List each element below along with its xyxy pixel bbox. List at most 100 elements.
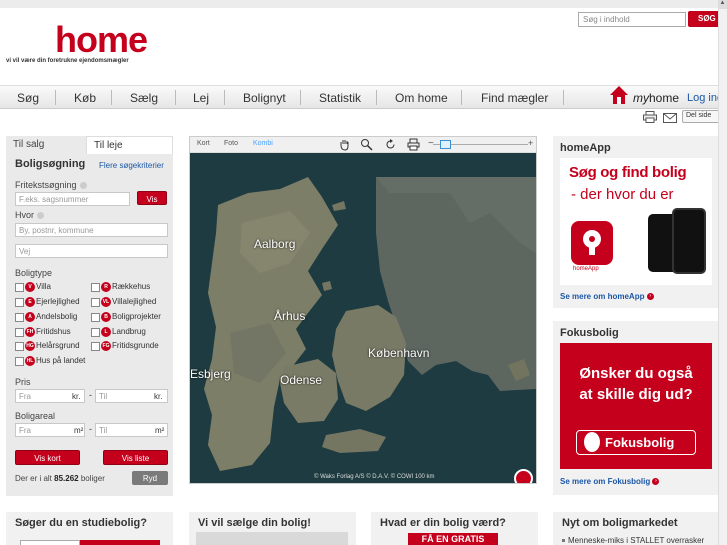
location-input[interactable]: By, postnr, kommune bbox=[15, 223, 168, 237]
nav-divider bbox=[563, 90, 564, 105]
homeapp-ad-headline: Søg og find bolig bbox=[569, 164, 687, 181]
map-credit-text: © Waks Forlag A/S © D.A.V. © COWI bbox=[314, 474, 414, 480]
freetext-input[interactable]: F.eks. sagsnummer bbox=[15, 192, 130, 206]
site-search-input[interactable]: Søg i indhold bbox=[578, 12, 686, 27]
property-type-label: Boligtype bbox=[15, 268, 53, 278]
checkbox[interactable] bbox=[91, 282, 100, 292]
scroll-up-arrow-icon[interactable]: ▲ bbox=[718, 0, 727, 9]
type-badge: B bbox=[101, 312, 111, 322]
map-canvas[interactable]: Aalborg Århus Esbjerg Odense København bbox=[190, 153, 536, 483]
pan-hand-icon[interactable] bbox=[338, 138, 351, 151]
tab-for-sale[interactable]: Til salg bbox=[6, 136, 84, 154]
type-badge: A bbox=[25, 312, 35, 322]
show-list-button[interactable]: Vis liste bbox=[103, 450, 168, 465]
mail-icon[interactable] bbox=[663, 113, 677, 123]
type-checkbox-andelsbolig[interactable]: A Andelsbolig bbox=[15, 312, 77, 322]
show-map-button[interactable]: Vis kort bbox=[15, 450, 80, 465]
nav-item-saelg[interactable]: Sælg bbox=[130, 91, 158, 105]
type-badge: R bbox=[101, 282, 111, 292]
type-badge: V bbox=[25, 282, 35, 292]
checkbox[interactable] bbox=[15, 356, 24, 366]
myhome-link[interactable]: myhome bbox=[633, 91, 679, 105]
checkbox[interactable] bbox=[91, 297, 100, 307]
map-label-odense: Odense bbox=[280, 373, 323, 387]
vertical-scrollbar[interactable] bbox=[718, 0, 727, 545]
news-item[interactable]: Menneske-miks i STALLET overrasker bbox=[562, 536, 704, 545]
print-icon[interactable] bbox=[643, 111, 657, 123]
type-checkbox-boligprojekter[interactable]: B Boligprojekter bbox=[91, 312, 161, 322]
type-checkbox-villa[interactable]: V Villa bbox=[15, 282, 51, 292]
nav-item-koeb[interactable]: Køb bbox=[74, 91, 96, 105]
homeapp-more-link[interactable]: Se mere om homeApp › bbox=[560, 292, 654, 301]
free-valuation-banner[interactable]: FÅ EN GRATIS bbox=[408, 533, 498, 545]
tagline: vi vil være din foretrukne ejendomsmægle… bbox=[6, 58, 129, 64]
type-checkbox-fritidshus[interactable]: FH Fritidshus bbox=[15, 327, 71, 337]
key-icon bbox=[584, 432, 600, 452]
homeapp-ad-banner[interactable]: Søg og find bolig - der hvor du er homeA… bbox=[560, 158, 712, 285]
view-button[interactable]: Vis bbox=[137, 191, 167, 205]
checkbox[interactable] bbox=[91, 327, 100, 337]
checkbox[interactable] bbox=[91, 312, 100, 322]
type-checkbox-hus-paa-landet[interactable]: HL Hus på landet bbox=[15, 356, 85, 366]
area-to-unit: m² bbox=[155, 426, 165, 435]
type-checkbox-villalejlighed[interactable]: VL Villalejlighed bbox=[91, 297, 156, 307]
more-criteria-link[interactable]: Flere søgekriterier bbox=[99, 161, 164, 170]
type-checkbox-landbrug[interactable]: L Landbrug bbox=[91, 327, 146, 337]
zoom-slider-knob[interactable] bbox=[440, 140, 451, 149]
nav-item-soeg[interactable]: Søg bbox=[17, 91, 39, 105]
checkbox[interactable] bbox=[91, 341, 100, 351]
map-toolbar: Kort Foto Kombi − + bbox=[190, 137, 536, 153]
tab-for-rent[interactable]: Til leje bbox=[86, 136, 173, 154]
checkbox[interactable] bbox=[15, 297, 24, 307]
nav-item-bolignyt[interactable]: Bolignyt bbox=[243, 91, 286, 105]
print-map-icon[interactable] bbox=[407, 138, 420, 151]
myhome-prefix: my bbox=[633, 91, 649, 105]
fokusbolig-more-link[interactable]: Se mere om Fokusbolig › bbox=[560, 477, 660, 486]
checkbox[interactable] bbox=[15, 341, 24, 351]
checkbox[interactable] bbox=[15, 282, 24, 292]
map-tab-foto[interactable]: Foto bbox=[224, 140, 238, 147]
road-input[interactable]: Vej bbox=[15, 244, 168, 258]
nav-item-statistik[interactable]: Statistik bbox=[319, 91, 361, 105]
type-badge: HG bbox=[25, 341, 35, 351]
nav-item-find-maegler[interactable]: Find mægler bbox=[481, 91, 548, 105]
nav-item-om-home[interactable]: Om home bbox=[395, 91, 448, 105]
type-label: Fritidsgrunde bbox=[112, 341, 159, 351]
student-search-button[interactable] bbox=[80, 540, 160, 545]
zoom-magnifier-icon[interactable] bbox=[360, 138, 373, 151]
student-search-input[interactable] bbox=[20, 540, 80, 545]
type-label: Helårsgrund bbox=[36, 341, 80, 351]
fokusbolig-ad-banner[interactable]: Ønsker du også at skille dig ud? Fokusbo… bbox=[560, 343, 712, 469]
type-label: Andelsbolig bbox=[36, 312, 78, 322]
area-label: Boligareal bbox=[15, 411, 56, 421]
checkbox[interactable] bbox=[15, 327, 24, 337]
sell-home-image[interactable] bbox=[196, 532, 348, 545]
type-checkbox-helaarsgrund[interactable]: HG Helårsgrund bbox=[15, 341, 80, 351]
reset-view-icon[interactable] bbox=[384, 138, 397, 151]
reset-button[interactable]: Ryd bbox=[132, 471, 168, 485]
zoom-in-icon[interactable]: + bbox=[528, 138, 533, 148]
homeapp-title: homeApp bbox=[560, 142, 611, 154]
type-label: Hus på landet bbox=[36, 356, 86, 366]
map-tab-kombi[interactable]: Kombi bbox=[253, 140, 273, 147]
type-checkbox-ejerlejlighed[interactable]: E Ejerlejlighed bbox=[15, 297, 80, 307]
total-count: 85.262 bbox=[54, 474, 79, 483]
checkbox[interactable] bbox=[15, 312, 24, 322]
top-strip bbox=[0, 0, 727, 8]
info-icon[interactable] bbox=[79, 182, 87, 190]
type-checkbox-raekkehus[interactable]: R Rækkehus bbox=[91, 282, 150, 292]
denmark-satellite-map bbox=[190, 153, 536, 483]
info-icon[interactable] bbox=[37, 212, 45, 220]
home-logo[interactable]: home bbox=[55, 22, 148, 58]
type-badge: FG bbox=[101, 341, 111, 351]
type-checkbox-fritidsgrunde[interactable]: FG Fritidsgrunde bbox=[91, 341, 159, 351]
student-housing-title: Søger du en studiebolig? bbox=[15, 517, 147, 529]
homeapp-more-text: Se mere om homeApp bbox=[560, 292, 645, 301]
nav-divider bbox=[461, 90, 462, 105]
map-tab-kort[interactable]: Kort bbox=[197, 140, 210, 147]
nav-item-lej[interactable]: Lej bbox=[193, 91, 209, 105]
nav-divider bbox=[300, 90, 301, 105]
type-badge: E bbox=[25, 297, 35, 307]
type-label: Villa bbox=[36, 282, 51, 292]
nav-divider bbox=[175, 90, 176, 105]
